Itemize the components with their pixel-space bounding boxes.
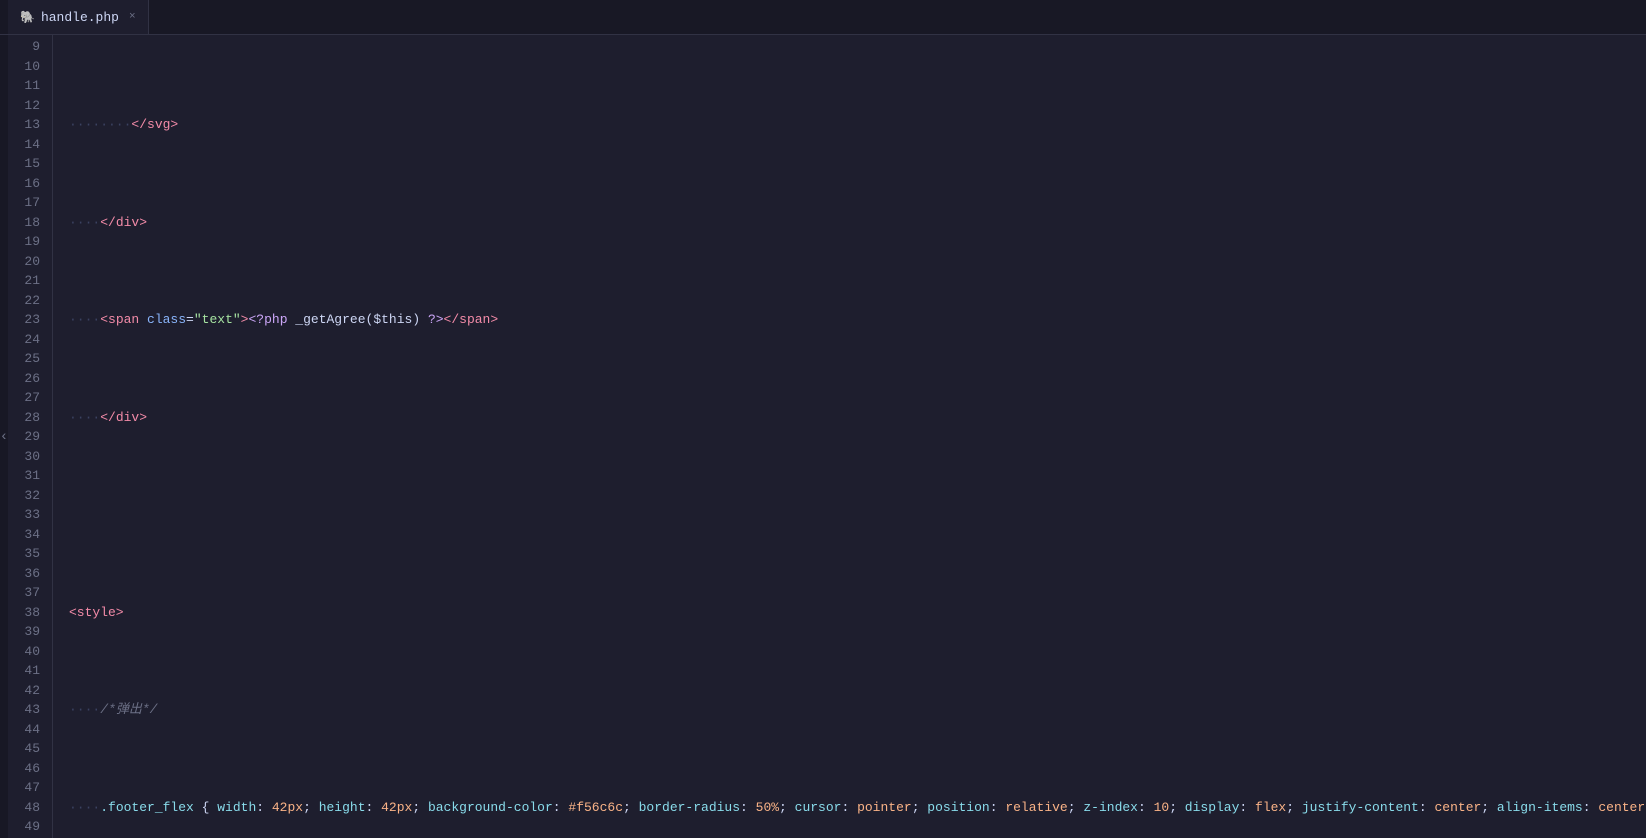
- line-num-19: 19: [16, 232, 40, 252]
- line-num-30: 30: [16, 447, 40, 467]
- line-num-20: 20: [16, 252, 40, 272]
- line-num-46: 46: [16, 759, 40, 779]
- line-num-29: 29: [16, 427, 40, 447]
- line-num-12: 12: [16, 96, 40, 116]
- line-num-49: 49: [16, 817, 40, 837]
- code-line-11: ····<span class="text"><?php _getAgree($…: [69, 310, 1646, 330]
- line-num-38: 38: [16, 603, 40, 623]
- line-num-23: 23: [16, 310, 40, 330]
- tab-filename: handle.php: [41, 10, 119, 25]
- line-num-32: 32: [16, 486, 40, 506]
- code-area: ‹ 9 10 11 12 13 14 15 16 17 18 19 20 21 …: [0, 35, 1646, 838]
- line-num-28: 28: [16, 408, 40, 428]
- line-num-21: 21: [16, 271, 40, 291]
- code-line-16: ····.footer_flex { width: 42px; height: …: [69, 798, 1646, 818]
- file-tab[interactable]: 🐘 handle.php ×: [8, 0, 149, 34]
- code-content[interactable]: ········</svg> ····</div> ····<span clas…: [53, 35, 1646, 838]
- line-num-47: 47: [16, 778, 40, 798]
- line-num-25: 25: [16, 349, 40, 369]
- line-num-33: 33: [16, 505, 40, 525]
- line-numbers: 9 10 11 12 13 14 15 16 17 18 19 20 21 22…: [8, 35, 53, 838]
- left-resize-handle[interactable]: ‹: [0, 35, 8, 838]
- php-icon: 🐘: [20, 10, 35, 25]
- line-num-26: 26: [16, 369, 40, 389]
- line-num-45: 45: [16, 739, 40, 759]
- line-num-15: 15: [16, 154, 40, 174]
- line-num-16: 16: [16, 174, 40, 194]
- line-num-17: 17: [16, 193, 40, 213]
- tab-bar: 🐘 handle.php ×: [0, 0, 1646, 35]
- line-num-42: 42: [16, 681, 40, 701]
- line-num-48: 48: [16, 798, 40, 818]
- tab-close-button[interactable]: ×: [129, 11, 136, 23]
- line-num-37: 37: [16, 583, 40, 603]
- line-num-27: 27: [16, 388, 40, 408]
- line-num-35: 35: [16, 544, 40, 564]
- line-num-9: 9: [16, 37, 40, 57]
- line-num-24: 24: [16, 330, 40, 350]
- line-num-14: 14: [16, 135, 40, 155]
- line-num-18: 18: [16, 213, 40, 233]
- code-line-12: ····</div>: [69, 408, 1646, 428]
- editor-container: 🐘 handle.php × ‹ 9 10 11 12 13 14 15 16 …: [0, 0, 1646, 838]
- code-line-9: ········</svg>: [69, 115, 1646, 135]
- line-num-39: 39: [16, 622, 40, 642]
- code-line-10: ····</div>: [69, 213, 1646, 233]
- line-num-34: 34: [16, 525, 40, 545]
- line-num-43: 43: [16, 700, 40, 720]
- code-line-15: ····/*弹出*/: [69, 700, 1646, 720]
- line-num-11: 11: [16, 76, 40, 96]
- line-num-44: 44: [16, 720, 40, 740]
- code-line-14: <style>: [69, 603, 1646, 623]
- resize-arrow-icon: ‹: [0, 429, 8, 445]
- code-line-13: [69, 505, 1646, 525]
- line-num-31: 31: [16, 466, 40, 486]
- line-num-40: 40: [16, 642, 40, 662]
- line-num-41: 41: [16, 661, 40, 681]
- line-num-36: 36: [16, 564, 40, 584]
- line-num-10: 10: [16, 57, 40, 77]
- line-num-13: 13: [16, 115, 40, 135]
- line-num-22: 22: [16, 291, 40, 311]
